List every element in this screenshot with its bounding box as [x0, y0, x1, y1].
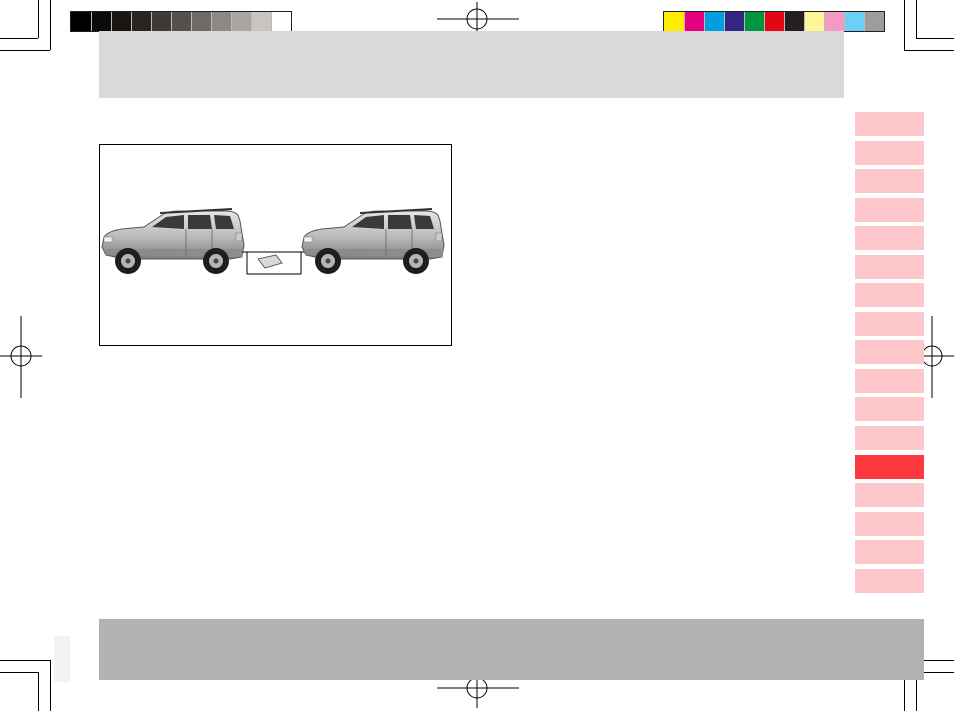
crop-mark [50, 660, 51, 711]
crop-mark [916, 38, 954, 39]
color-swatch [704, 12, 724, 31]
color-swatch [744, 12, 764, 31]
chapter-tab[interactable] [855, 568, 924, 593]
registration-mark-left [0, 316, 42, 398]
chapter-tab-active[interactable] [855, 454, 924, 479]
gray-swatch [231, 12, 251, 31]
towing-vehicles-illustration [101, 208, 445, 275]
color-swatch [664, 12, 684, 31]
header-band [99, 31, 844, 98]
footer-band [99, 619, 924, 680]
chapter-tab[interactable] [855, 426, 924, 451]
color-swatch [804, 12, 824, 31]
chapter-tab[interactable] [855, 254, 924, 279]
color-calibration-bar [663, 11, 885, 32]
crop-mark [904, 50, 954, 51]
chapter-tab[interactable] [855, 397, 924, 422]
color-swatch [844, 12, 864, 31]
chapter-tab[interactable] [855, 540, 924, 565]
crop-mark [38, 672, 39, 711]
crop-mark [904, 0, 905, 50]
page-edge-tab [54, 636, 70, 682]
chapter-index-tabs [855, 112, 924, 597]
chapter-tab[interactable] [855, 311, 924, 336]
crop-mark [38, 0, 39, 38]
chapter-tab[interactable] [855, 226, 924, 251]
gray-swatch [171, 12, 191, 31]
color-swatch [824, 12, 844, 31]
gray-swatch [151, 12, 171, 31]
chapter-tab[interactable] [855, 169, 924, 194]
gray-swatch [91, 12, 111, 31]
color-swatch [784, 12, 804, 31]
gray-swatch [71, 12, 91, 31]
crop-mark [50, 0, 51, 50]
chapter-tab[interactable] [855, 483, 924, 508]
gray-swatch [111, 12, 131, 31]
chapter-tab[interactable] [855, 340, 924, 365]
gray-swatch [271, 12, 291, 31]
color-swatch [864, 12, 884, 31]
crop-mark [0, 660, 50, 661]
chapter-tab[interactable] [855, 511, 924, 536]
chapter-tab[interactable] [855, 283, 924, 308]
grayscale-calibration-bar [70, 11, 292, 32]
gray-swatch [251, 12, 271, 31]
color-swatch [684, 12, 704, 31]
crop-mark [0, 50, 50, 51]
chapter-tab[interactable] [855, 197, 924, 222]
figure-frame [99, 144, 452, 346]
crop-mark [0, 38, 38, 39]
chapter-tab[interactable] [855, 140, 924, 165]
color-swatch [764, 12, 784, 31]
gray-swatch [191, 12, 211, 31]
gray-swatch [211, 12, 231, 31]
chapter-tab[interactable] [855, 368, 924, 393]
gray-swatch [131, 12, 151, 31]
color-swatch [724, 12, 744, 31]
crop-mark [0, 672, 38, 673]
chapter-tab[interactable] [855, 112, 924, 136]
crop-mark [916, 0, 917, 38]
